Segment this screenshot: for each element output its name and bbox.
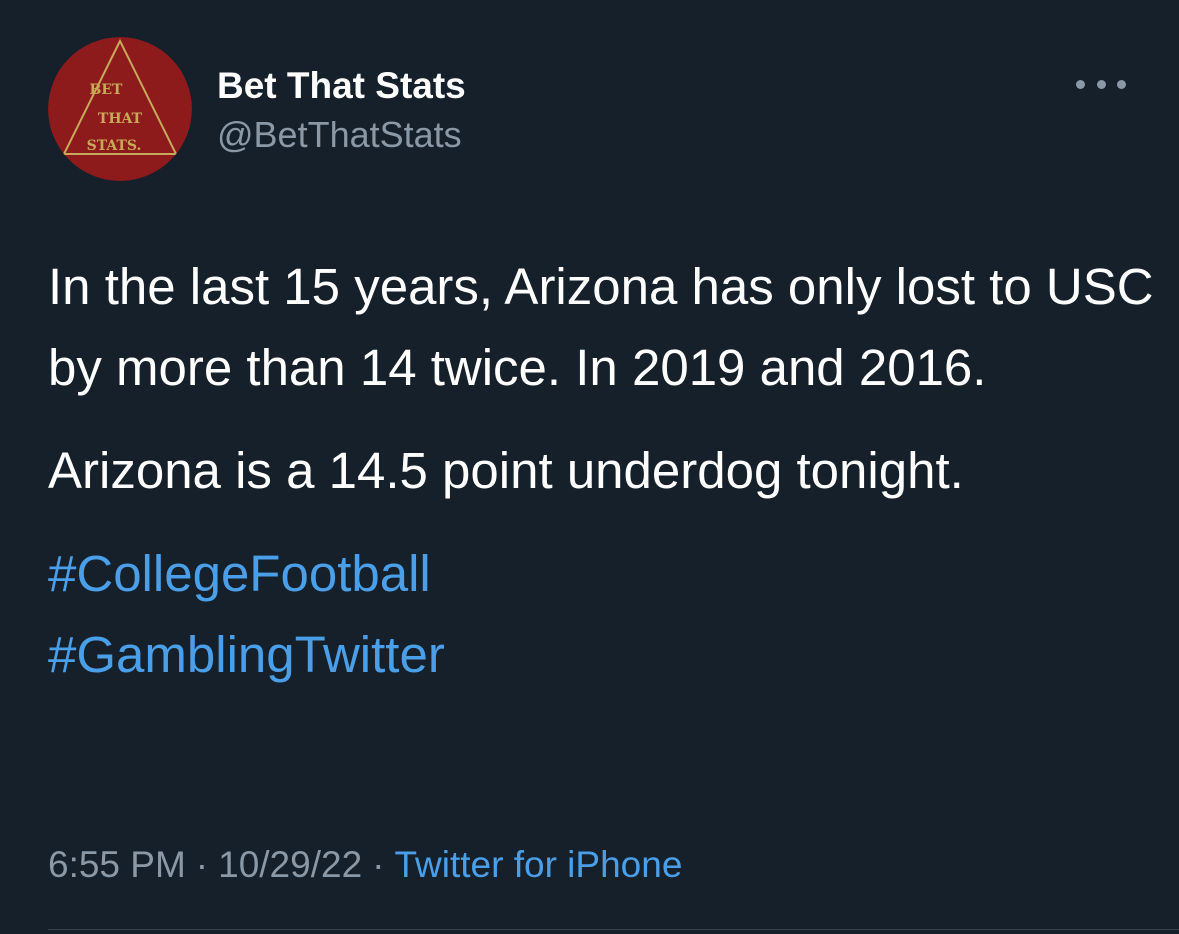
tweet-hashtags: #CollegeFootball #GamblingTwitter [48, 533, 1158, 695]
tweet-time[interactable]: 6:55 PM [48, 844, 186, 885]
meta-separator: · [372, 844, 385, 885]
meta-separator: · [195, 844, 209, 885]
tweet-source-link[interactable]: Twitter for iPhone [394, 844, 682, 885]
tweet-header: BET THAT STATS. Bet That Stats @BetThatS… [48, 37, 1139, 187]
hashtag-link[interactable]: #CollegeFootball [48, 533, 1158, 614]
more-dot [1117, 79, 1126, 89]
tweet-text: In the last 15 years, Arizona has only l… [48, 246, 1158, 695]
divider [48, 929, 1179, 930]
tweet-meta: 6:55 PM · 10/29/22 · Twitter for iPhone [48, 840, 682, 890]
tweet-date[interactable]: 10/29/22 [218, 844, 362, 885]
avatar[interactable]: BET THAT STATS. [48, 37, 192, 181]
hashtag-link[interactable]: #GamblingTwitter [48, 614, 1158, 695]
more-dot [1076, 79, 1085, 89]
author-handle[interactable]: @BetThatStats [217, 113, 466, 157]
author-names: Bet That Stats @BetThatStats [217, 64, 466, 157]
author-display-name[interactable]: Bet That Stats [217, 64, 466, 108]
more-horizontal-icon[interactable] [1076, 69, 1126, 99]
avatar-logo-line-1: BET [90, 82, 124, 98]
avatar-logo-image: BET THAT STATS. [48, 37, 192, 181]
avatar-logo-line-3: STATS. [87, 138, 142, 154]
tweet-paragraph-1: In the last 15 years, Arizona has only l… [48, 258, 1154, 396]
avatar-logo-line-2: THAT [98, 111, 143, 127]
tweet-paragraph-2: Arizona is a 14.5 point underdog tonight… [48, 442, 964, 499]
more-dot [1096, 79, 1106, 89]
